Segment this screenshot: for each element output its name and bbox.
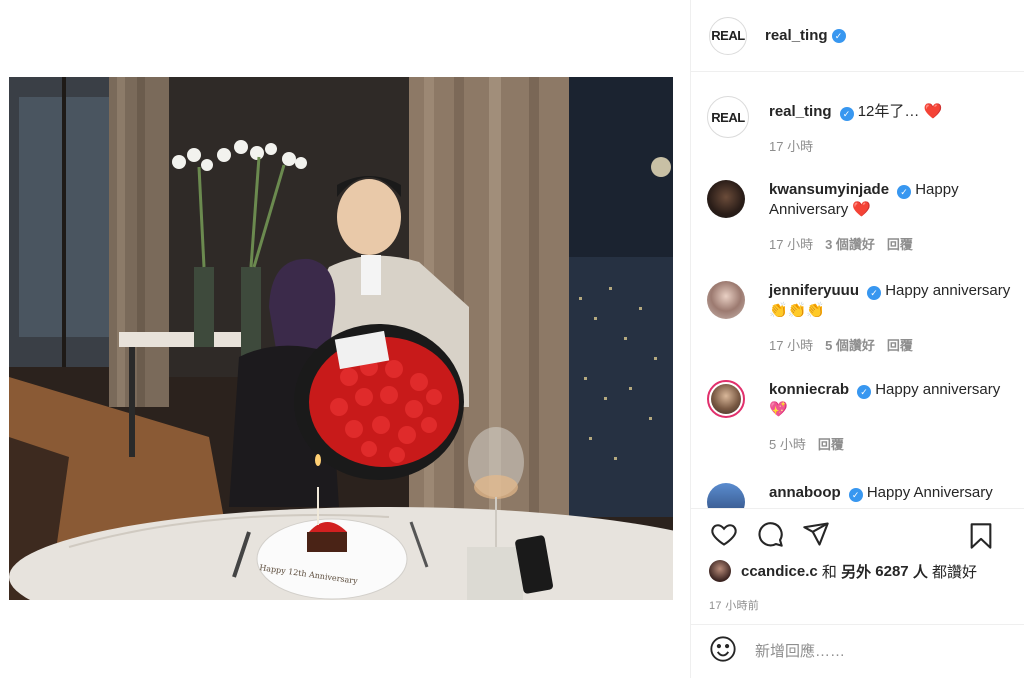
caption-username[interactable]: real_ting	[769, 103, 832, 120]
heart-icon[interactable]	[709, 519, 739, 549]
reply-button[interactable]: 回覆	[818, 434, 844, 453]
comment-time: 5 小時	[769, 437, 806, 452]
author-username[interactable]: real_ting	[765, 27, 828, 44]
post-sidebar: REAL real_ting ✓ REAL real_ting ✓ 12年了… ❤…	[690, 0, 1024, 678]
post-media-area: Happy 12th Anniversary	[0, 0, 690, 678]
commenter-username[interactable]: kwansumyinjade	[769, 181, 889, 198]
caption-avatar[interactable]: REAL	[707, 96, 749, 138]
verified-icon: ✓	[857, 385, 872, 399]
post-photo-illustration: Happy 12th Anniversary	[9, 77, 673, 600]
comment-likes[interactable]: 5 個讚好	[825, 335, 875, 354]
comment-text: Happy anniversary	[875, 381, 1001, 398]
verified-icon: ✓	[848, 488, 863, 502]
likes-suffix: 都讚好	[932, 563, 978, 581]
commenter-avatar[interactable]	[707, 281, 745, 319]
comments-list[interactable]: REAL real_ting ✓ 12年了… ❤️ 17 小時 kwansumyi…	[691, 72, 1024, 508]
post-time[interactable]: 17 小時前	[709, 597, 759, 613]
reply-button[interactable]: 回覆	[887, 234, 913, 253]
comment-item: jenniferyuuu ✓ Happy anniversary 👏👏👏 17 小…	[707, 281, 1014, 354]
likes-count[interactable]: 6287	[875, 563, 908, 580]
commenter-username[interactable]: jenniferyuuu	[769, 282, 859, 299]
reply-button[interactable]: 回覆	[887, 335, 913, 354]
heart-icon: ❤️	[852, 201, 872, 218]
commenter-username[interactable]: konniecrab	[769, 381, 849, 398]
author-avatar[interactable]: REAL	[709, 16, 747, 55]
comment-likes[interactable]: 3 個讚好	[825, 234, 875, 253]
others-prefix[interactable]: 另外	[841, 561, 871, 582]
share-icon[interactable]	[801, 519, 831, 549]
likes-unit[interactable]: 人	[913, 561, 928, 582]
comment-time: 17 小時	[769, 338, 814, 353]
likes-summary: ccandice.c 和 另外 6287 人 都讚好	[709, 560, 977, 582]
bookmark-icon[interactable]	[966, 521, 996, 551]
comment-item: konniecrab ✓ Happy anniversary 💖 5 小時 回覆	[707, 380, 1014, 453]
clap-emoji: 👏👏👏	[769, 302, 826, 319]
action-bar	[691, 508, 1024, 558]
verified-icon: ✓	[831, 28, 846, 43]
comment-text: Happy Anniversary	[866, 484, 993, 501]
comment-icon[interactable]	[755, 519, 785, 549]
commenter-avatar[interactable]	[707, 380, 745, 418]
post-photo[interactable]: Happy 12th Anniversary	[9, 77, 673, 600]
comment-text: Happy anniversary	[885, 282, 1011, 299]
commenter-avatar[interactable]	[707, 483, 745, 508]
emoji-icon[interactable]	[709, 635, 737, 668]
comment-item: kwansumyinjade ✓ Happy Anniversary ❤️ 17 …	[707, 180, 1014, 253]
verified-icon: ✓	[839, 107, 854, 121]
add-comment-bar	[691, 624, 1024, 678]
heart-icon: ❤️	[923, 103, 943, 120]
caption-text: 12年了…	[857, 103, 920, 120]
verified-icon: ✓	[867, 286, 882, 300]
caption: REAL real_ting ✓ 12年了… ❤️ 17 小時	[707, 96, 1014, 155]
commenter-username[interactable]: annaboop	[769, 484, 841, 501]
comment-input[interactable]	[755, 643, 995, 660]
commenter-avatar[interactable]	[707, 180, 745, 218]
caption-time: 17 小時	[769, 139, 814, 154]
liker-avatar[interactable]	[709, 560, 731, 582]
post-header: REAL real_ting ✓	[691, 0, 1024, 72]
comment-item: annaboop ✓ Happy Anniversary	[707, 483, 1014, 508]
likes-connector: 和	[821, 563, 837, 581]
liker-username[interactable]: ccandice.c	[741, 563, 818, 580]
heart-icon: 💖	[769, 401, 788, 418]
comment-time: 17 小時	[769, 237, 814, 252]
verified-icon: ✓	[897, 185, 912, 199]
